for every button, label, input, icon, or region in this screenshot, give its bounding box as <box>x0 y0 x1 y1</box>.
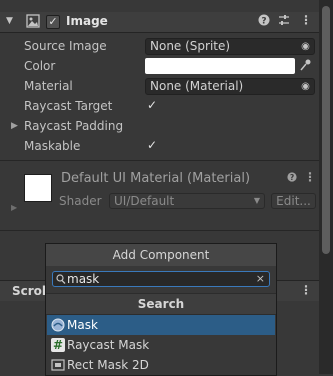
material-preview <box>24 174 52 202</box>
raycast-target-checkbox[interactable]: ✓ <box>147 98 157 112</box>
section-divider <box>0 160 319 161</box>
material-picker-icon[interactable]: ◉ <box>300 81 311 92</box>
scroll-more-icon[interactable]: ⋮ <box>300 283 312 297</box>
svg-text:?: ? <box>261 17 266 27</box>
material-help-icon[interactable]: ? <box>287 171 297 186</box>
image-component-icon <box>26 14 40 31</box>
section-divider-2 <box>0 230 319 231</box>
object-picker-icon[interactable]: ◉ <box>300 41 311 52</box>
source-image-label: Source Image <box>24 39 107 53</box>
shader-label: Shader <box>59 194 102 208</box>
rectmask-icon <box>51 358 65 372</box>
component-title: Image <box>66 14 108 28</box>
help-icon[interactable]: ? <box>258 13 270 30</box>
color-label: Color <box>24 59 56 73</box>
color-swatch[interactable] <box>145 58 295 74</box>
inspector-scrollbar[interactable] <box>319 0 333 374</box>
result-label: Raycast Mask <box>67 338 150 352</box>
material-field[interactable]: None (Material) ◉ <box>145 78 315 95</box>
source-image-value: None (Sprite) <box>150 39 231 53</box>
material-foldout-icon[interactable]: ▶ <box>11 203 17 212</box>
component-search-input[interactable]: mask × <box>52 271 270 287</box>
scrollbar-thumb[interactable] <box>322 6 330 254</box>
search-icon <box>56 273 66 288</box>
more-options-icon[interactable]: ⋮ <box>300 13 312 27</box>
dropdown-arrow-icon: ▼ <box>253 196 260 205</box>
result-label: Rect Mask 2D <box>67 358 149 372</box>
material-panel-title: Default UI Material (Material) <box>61 171 251 186</box>
mask-icon <box>51 318 65 332</box>
results-header: Search <box>46 293 276 315</box>
raycast-padding-foldout-icon[interactable]: ▶ <box>11 121 18 131</box>
presets-icon[interactable] <box>278 14 290 29</box>
shader-edit-button[interactable]: Edit... <box>271 193 316 209</box>
source-image-field[interactable]: None (Sprite) ◉ <box>145 38 315 55</box>
maskable-label: Maskable <box>24 139 81 153</box>
result-rect-mask-2d[interactable]: Rect Mask 2D <box>47 355 275 375</box>
result-label: Mask <box>67 318 98 332</box>
material-label: Material <box>24 79 73 93</box>
shader-value: UI/Default <box>114 194 175 208</box>
material-more-icon[interactable]: ⋮ <box>304 170 316 184</box>
script-icon: # <box>51 338 65 352</box>
add-component-popup: Add Component mask × Search Mask # Rayca… <box>45 243 277 376</box>
component-enabled-checkbox[interactable]: ✓ <box>46 15 60 29</box>
raycast-padding-label[interactable]: Raycast Padding <box>24 119 123 133</box>
result-raycast-mask[interactable]: # Raycast Mask <box>47 335 275 355</box>
maskable-checkbox[interactable]: ✓ <box>147 138 157 152</box>
svg-text:?: ? <box>290 173 294 182</box>
expand-arrow-icon[interactable]: ▼ <box>6 16 13 26</box>
result-mask[interactable]: Mask <box>47 315 275 335</box>
popup-title: Add Component <box>46 244 276 266</box>
material-value: None (Material) <box>150 79 244 93</box>
shader-dropdown[interactable]: UI/Default ▼ <box>109 193 265 209</box>
clear-search-icon[interactable]: × <box>256 272 265 286</box>
eyedropper-icon[interactable] <box>299 58 311 75</box>
raycast-target-label: Raycast Target <box>24 99 113 113</box>
search-query: mask <box>67 272 100 286</box>
image-component-header[interactable]: ▼ ✓ Image ? ⋮ <box>0 12 319 33</box>
